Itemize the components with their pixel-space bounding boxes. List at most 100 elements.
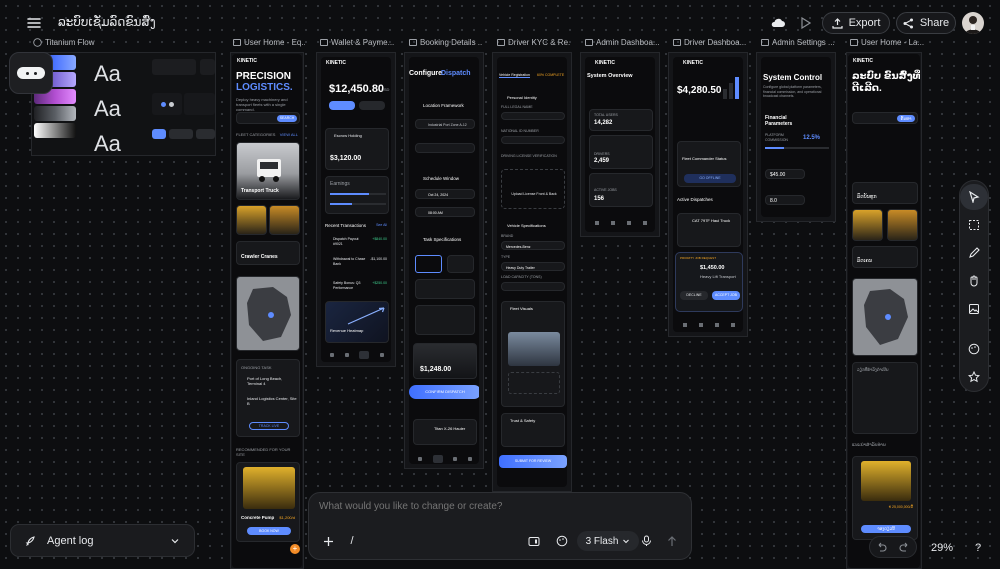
- concrete-pump-card[interactable]: Concrete Pump $1,200/d BOOK NOW: [236, 462, 300, 542]
- slash-command-button[interactable]: /: [341, 531, 363, 551]
- frame-label-admin-settings[interactable]: Admin Settings ...: [761, 38, 835, 47]
- time-input[interactable]: 08:00 AM: [415, 207, 475, 217]
- send-button[interactable]: [661, 531, 683, 551]
- share-button[interactable]: Share: [896, 12, 956, 34]
- style-button[interactable]: [551, 531, 573, 551]
- user-home-frame[interactable]: KINETIC PRECISION LOGISTICS. Deploy heav…: [230, 52, 304, 569]
- track-live-button[interactable]: TRACK LIVE: [249, 422, 289, 430]
- frame-label-admin-dashboard[interactable]: Admin Dashboa...: [585, 38, 661, 47]
- bottom-nav[interactable]: [413, 453, 477, 464]
- commission-slider[interactable]: [765, 147, 829, 149]
- redo-icon[interactable]: [899, 542, 910, 552]
- user-avatar[interactable]: [962, 12, 984, 34]
- date-input[interactable]: Oct 24, 2024: [415, 189, 475, 199]
- brand-select[interactable]: Mercedes-Benz: [501, 241, 565, 250]
- transport-truck-card[interactable]: Transport Truck: [236, 142, 300, 200]
- bottom-nav[interactable]: [677, 319, 741, 331]
- book-now-button[interactable]: ຈອງດຽວນີ້: [861, 525, 911, 533]
- image-tool[interactable]: [960, 296, 988, 322]
- preview-button[interactable]: [794, 12, 818, 34]
- drivers-stat-card[interactable]: DRIVERS 2,459: [589, 135, 653, 169]
- theme-toggle-button[interactable]: [766, 12, 790, 34]
- export-button[interactable]: Export: [822, 12, 890, 34]
- hauler-card[interactable]: Titan X-26 Hauler: [413, 419, 477, 445]
- admin-settings-frame[interactable]: System Control Configure global platform…: [756, 52, 836, 222]
- bottom-nav[interactable]: [589, 217, 653, 229]
- draw-tool[interactable]: [960, 240, 988, 266]
- confirm-dispatch-button[interactable]: CONFIRM DISPATCH: [409, 385, 479, 399]
- photo-upload[interactable]: [415, 305, 475, 335]
- map-card[interactable]: [852, 278, 918, 356]
- add-attachment-button[interactable]: [317, 531, 339, 551]
- design-system-frame[interactable]: Aa Aa Aa: [31, 52, 216, 156]
- view-all-link[interactable]: VIEW ALL: [280, 132, 298, 137]
- fleet-status-card[interactable]: Fleet Commander Status GO OFFLINE: [677, 141, 741, 187]
- frame-label-wallet[interactable]: Wallet & Payme...: [320, 38, 394, 47]
- assistant-widget[interactable]: [9, 52, 53, 94]
- search-button[interactable]: SEARCH: [277, 115, 297, 122]
- base-fee-input[interactable]: $45.00: [765, 169, 805, 179]
- excavator-card[interactable]: [236, 205, 267, 235]
- license-upload-area[interactable]: Upload License Front & Back: [501, 169, 565, 209]
- driver-kyc-frame[interactable]: Vehicle Registration 60% COMPLETE Person…: [492, 52, 572, 492]
- fleet-visuals-card[interactable]: Fleet Visuals: [501, 301, 565, 407]
- go-offline-button[interactable]: GO OFFLINE: [684, 174, 736, 183]
- category-card-2[interactable]: ລົດເຄນ: [852, 246, 918, 268]
- frame-label-booking[interactable]: Booking Details ...: [409, 38, 483, 47]
- frame-label-driver-kyc[interactable]: Driver KYC & Re...: [497, 38, 571, 47]
- type-select[interactable]: Heavy Duty Trailer: [501, 262, 565, 271]
- select-tool[interactable]: [960, 184, 988, 210]
- prompt-input[interactable]: [319, 501, 679, 512]
- project-title[interactable]: ລະບົບເຊັ່ມລົດຂົນສົ່ງ: [58, 15, 156, 29]
- fab-add-button[interactable]: +: [290, 544, 300, 554]
- accept-job-button[interactable]: ACCEPT JOB: [712, 291, 740, 300]
- bottom-nav[interactable]: [325, 349, 389, 361]
- earnings-card[interactable]: Earnings: [325, 176, 389, 214]
- jobs-stat-card[interactable]: ACTIVE JOBS 156: [589, 173, 653, 207]
- escrow-card[interactable]: Escrow Holding $3,120.00: [325, 128, 389, 170]
- withdraw-button[interactable]: [359, 101, 385, 110]
- ongoing-task-card[interactable]: ONGOING TASK Port of Long Beach, Termina…: [236, 359, 300, 437]
- destination-input[interactable]: [415, 143, 475, 153]
- full-name-input[interactable]: [501, 112, 565, 120]
- booking-frame[interactable]: Configure Dispatch Location Framework In…: [404, 52, 484, 469]
- theme-tool[interactable]: [960, 336, 988, 362]
- trust-safety-card[interactable]: Trust & Safety: [501, 413, 565, 447]
- favorites-tool[interactable]: [960, 364, 988, 390]
- excavator-card[interactable]: [852, 209, 883, 241]
- frame-label-driver-dashboard[interactable]: Driver Dashboa...: [673, 38, 749, 47]
- load-capacity-input[interactable]: [501, 282, 565, 291]
- user-home-lao-frame[interactable]: KINETIC ລະບົບ ຂົນສົ່ງທີ່ດີເລີດ. ຄົ້ນຫາ ລ…: [846, 52, 922, 569]
- dispatch-card[interactable]: CAT 797F Haul Truck: [677, 213, 741, 247]
- loader-card[interactable]: [269, 205, 300, 235]
- pickup-input[interactable]: Industrial Port Zone A-12: [415, 119, 475, 129]
- estimate-card[interactable]: $1,248.00: [413, 343, 477, 379]
- wallet-frame[interactable]: KINETIC $12,450.80 USD Escrow Holding $3…: [316, 52, 396, 367]
- model-selector[interactable]: 3 Flash: [577, 531, 639, 551]
- submit-review-button[interactable]: SUBMIT FOR REVIEW: [499, 455, 567, 468]
- rate-input[interactable]: 8.0: [765, 195, 805, 205]
- frame-select-tool[interactable]: [960, 212, 988, 238]
- voice-input-button[interactable]: [635, 531, 657, 551]
- map-card[interactable]: [236, 276, 300, 351]
- zoom-level[interactable]: 29%: [923, 538, 961, 558]
- national-id-input[interactable]: [501, 136, 565, 144]
- frame-label-user-home[interactable]: User Home - Eq...: [233, 38, 305, 47]
- job-request-modal[interactable]: PRIORITY JOB REQUEST $1,450.00 Heavy Lif…: [675, 252, 743, 312]
- admin-dashboard-frame[interactable]: KINETIC System Overview TOTAL USERS 14,2…: [580, 52, 660, 237]
- undo-icon[interactable]: [876, 542, 887, 552]
- driver-dashboard-frame[interactable]: KINETIC $4,280.50 Fleet Commander Status…: [668, 52, 748, 337]
- category-card-1[interactable]: ລົດບັນທຸກ: [852, 182, 918, 204]
- equipment-option-2[interactable]: [447, 255, 474, 273]
- book-now-button[interactable]: BOOK NOW: [247, 527, 291, 535]
- search-bar[interactable]: SEARCH: [236, 112, 300, 124]
- tab-vehicle-registration[interactable]: Vehicle Registration: [499, 73, 530, 78]
- frame-label-user-home-lao[interactable]: User Home - La...: [850, 38, 924, 47]
- search-button[interactable]: ຄົ້ນຫາ: [897, 115, 915, 122]
- crawler-cranes-card[interactable]: Crawler Cranes: [236, 241, 300, 265]
- loader-card[interactable]: [887, 209, 918, 241]
- help-button[interactable]: ?: [968, 538, 988, 558]
- add-funds-button[interactable]: [329, 101, 355, 110]
- add-photo-slot[interactable]: [508, 372, 560, 394]
- see-all-link[interactable]: See All: [376, 223, 387, 227]
